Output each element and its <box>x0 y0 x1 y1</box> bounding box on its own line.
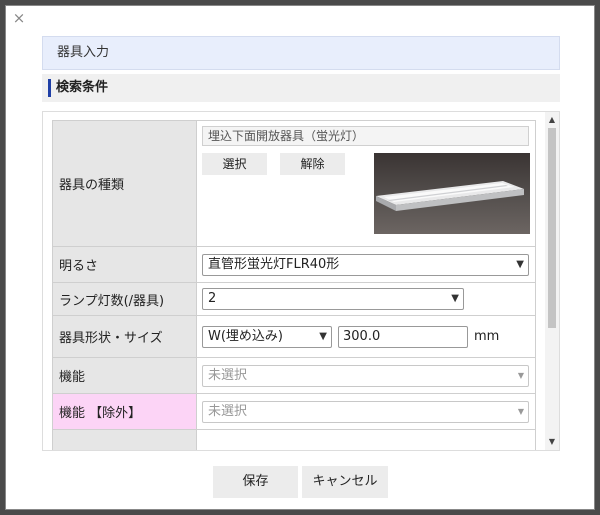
function-select[interactable]: 未選択 ▼ <box>202 364 529 387</box>
cancel-button[interactable]: キャンセル <box>302 466 388 498</box>
shape-type-select[interactable]: W(埋め込み) ▼ <box>202 325 332 348</box>
section-title: 検索条件 <box>56 80 109 95</box>
row-shape: 器具形状・サイズ W(埋め込み) ▼ 300.0 mm <box>52 315 536 358</box>
brightness-selected-value: 直管形蛍光灯FLR40形 <box>208 256 340 272</box>
brightness-value-cell: 直管形蛍光灯FLR40形 ▼ <box>196 246 536 283</box>
kind-text: 埋込下面開放器具（蛍光灯） <box>202 126 529 146</box>
scroll-down-icon[interactable]: ▼ <box>545 436 559 448</box>
section-accent-bar <box>48 79 51 97</box>
dialog-title: 器具入力 <box>42 36 560 70</box>
lamps-select[interactable]: 2 ▼ <box>202 288 464 310</box>
chevron-down-icon: ▼ <box>451 293 459 304</box>
scrollbar-thumb[interactable] <box>548 128 556 328</box>
close-icon[interactable]: × <box>11 10 27 26</box>
section-header: 検索条件 <box>42 74 560 102</box>
function-exclude-value-cell: 未選択 ▼ <box>196 393 536 430</box>
function-label: 機能 <box>52 357 197 394</box>
function-value-cell: 未選択 ▼ <box>196 357 536 394</box>
fluorescent-fixture-icon <box>376 181 524 211</box>
row-next-partial <box>52 429 536 450</box>
function-exclude-select[interactable]: 未選択 ▼ <box>202 400 529 423</box>
row-brightness: 明るさ 直管形蛍光灯FLR40形 ▼ <box>52 246 536 283</box>
brightness-select[interactable]: 直管形蛍光灯FLR40形 ▼ <box>202 253 529 276</box>
kind-value-cell: 埋込下面開放器具（蛍光灯） 選択 解除 <box>196 120 536 247</box>
next-row-value <box>196 429 536 450</box>
kind-label: 器具の種類 <box>52 120 197 247</box>
size-unit: mm <box>474 329 500 344</box>
lamps-label: ランプ灯数(/器具) <box>52 282 197 316</box>
conditions-table: 器具の種類 埋込下面開放器具（蛍光灯） 選択 解除 明るさ 直管形蛍光灯FLR4… <box>52 120 536 450</box>
next-row-label <box>52 429 197 450</box>
clear-button[interactable]: 解除 <box>280 153 345 175</box>
row-function: 機能 未選択 ▼ <box>52 357 536 394</box>
search-conditions-panel: 器具の種類 埋込下面開放器具（蛍光灯） 選択 解除 明るさ 直管形蛍光灯FLR4… <box>42 111 560 451</box>
function-placeholder: 未選択 <box>208 367 248 383</box>
shape-label: 器具形状・サイズ <box>52 315 197 358</box>
row-kind: 器具の種類 埋込下面開放器具（蛍光灯） 選択 解除 <box>52 120 536 247</box>
function-exclude-label: 機能 【除外】 <box>52 393 197 430</box>
lamps-value-cell: 2 ▼ <box>196 282 536 316</box>
chevron-down-icon: ▼ <box>516 258 524 270</box>
vertical-scrollbar[interactable]: ▲ ▼ <box>545 112 559 450</box>
fixture-photo <box>374 153 530 234</box>
chevron-down-icon: ▼ <box>319 330 327 342</box>
save-button[interactable]: 保存 <box>213 466 298 498</box>
fixture-input-dialog: × 器具入力 検索条件 器具の種類 埋込下面開放器具（蛍光灯） 選択 解除 明る… <box>5 5 595 510</box>
lamps-selected-value: 2 <box>208 291 217 306</box>
brightness-label: 明るさ <box>52 246 197 283</box>
row-lamps: ランプ灯数(/器具) 2 ▼ <box>52 282 536 316</box>
chevron-down-icon: ▼ <box>517 370 524 380</box>
row-function-exclude: 機能 【除外】 未選択 ▼ <box>52 393 536 430</box>
scroll-up-icon[interactable]: ▲ <box>545 114 559 126</box>
chevron-down-icon: ▼ <box>517 406 524 416</box>
function-exclude-placeholder: 未選択 <box>208 403 248 419</box>
size-input[interactable]: 300.0 <box>338 325 468 348</box>
shape-type-value: W(埋め込み) <box>208 328 283 344</box>
select-button[interactable]: 選択 <box>202 153 267 175</box>
shape-value-cell: W(埋め込み) ▼ 300.0 mm <box>196 315 536 358</box>
